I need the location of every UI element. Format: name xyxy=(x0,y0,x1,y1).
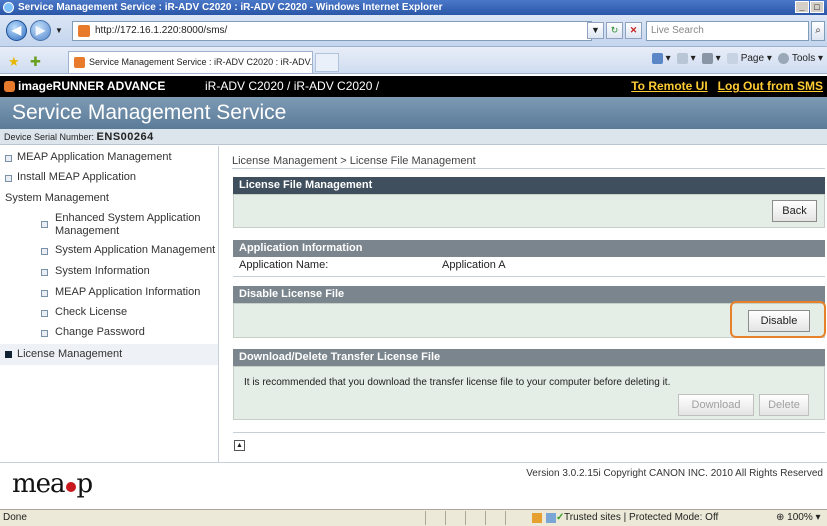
meap-logo-text: mea p xyxy=(12,469,93,499)
sidebar-item-system-mgmt: System Management xyxy=(5,192,109,204)
bullet-icon xyxy=(41,248,48,255)
tab-bar: ★ ✚ Service Management Service : iR-ADV … xyxy=(0,47,827,74)
zoom-dropdown-icon: ▾ xyxy=(815,512,821,523)
meap-logo: mea p xyxy=(12,469,93,499)
breadcrumb: License Management > License File Manage… xyxy=(232,155,476,167)
section-license-file-mgmt-body: Back xyxy=(233,194,825,228)
page-title: Service Management Service xyxy=(0,97,827,129)
status-segment xyxy=(505,511,522,525)
favorites-star-icon[interactable]: ★ xyxy=(8,54,20,70)
download-button[interactable]: Download xyxy=(678,394,754,416)
serial-label: Device Serial Number: xyxy=(4,132,95,142)
url-text: http://172.16.1.220:8000/sms/ xyxy=(95,25,228,36)
sidebar-item-install-meap[interactable]: Install MEAP Application xyxy=(0,171,218,187)
scroll-to-top-icon[interactable]: ▲ xyxy=(234,440,245,451)
zoom-icon: ⊕ xyxy=(776,512,785,523)
nav-dropdown-icon[interactable]: ▼ xyxy=(55,26,63,35)
back-button[interactable]: Back xyxy=(772,200,817,222)
sidebar-item-enhanced-system-app[interactable]: Enhanced System Application Management xyxy=(0,212,218,242)
ie-logo-icon xyxy=(3,2,14,13)
status-segment xyxy=(445,511,462,525)
window-title-bar: Service Management Service : iR-ADV C202… xyxy=(0,0,827,15)
status-segment xyxy=(425,511,442,525)
new-tab-button[interactable] xyxy=(315,53,339,72)
sidebar-item-check-license[interactable]: Check License xyxy=(0,306,218,322)
page-favicon-icon xyxy=(78,25,90,37)
tab-favicon-icon xyxy=(74,57,85,68)
section-transfer-license-header: Download/Delete Transfer License File xyxy=(233,349,825,366)
highlight-callout xyxy=(730,301,826,338)
footer: mea p Version 3.0.2.15i Copyright CANON I… xyxy=(0,462,827,509)
popup-blocker-icon xyxy=(532,513,542,523)
bullet-icon xyxy=(41,330,48,337)
command-bar: ▾ ▾ ▾ Page ▾ Tools ▾ xyxy=(651,53,823,64)
delete-button[interactable]: Delete xyxy=(759,394,809,416)
back-arrow-icon[interactable]: ◀ xyxy=(6,20,27,41)
logout-link[interactable]: Log Out from SMS xyxy=(718,76,823,97)
bullet-icon xyxy=(41,221,48,228)
stop-icon[interactable]: ✕ xyxy=(625,22,642,39)
print-icon[interactable]: ▾ xyxy=(701,53,721,64)
status-text: Done xyxy=(3,512,27,523)
app-name-label: Application Name: xyxy=(239,259,329,271)
security-zone[interactable]: ✓ Trusted sites | Protected Mode: Off xyxy=(530,510,754,526)
trusted-check-icon: ✓ xyxy=(556,512,565,523)
tools-menu[interactable]: Tools ▾ xyxy=(777,53,823,64)
url-dropdown-button[interactable]: ▼ xyxy=(587,22,604,39)
divider xyxy=(233,276,825,277)
url-input[interactable]: http://172.16.1.220:8000/sms/ xyxy=(72,21,592,41)
copyright: Version 3.0.2.15i Copyright CANON INC. 2… xyxy=(526,468,823,479)
bullet-icon xyxy=(41,290,48,297)
zone-text: Trusted sites | Protected Mode: Off xyxy=(564,512,719,523)
sidebar-item-meap-app-mgmt[interactable]: MEAP Application Management xyxy=(0,151,218,167)
privacy-icon xyxy=(546,513,556,523)
remote-ui-link[interactable]: To Remote UI xyxy=(631,76,707,97)
bullet-icon xyxy=(5,175,12,182)
serial-number-bar: Device Serial Number: ENS00264 xyxy=(0,129,827,145)
meap-red-dot-icon xyxy=(65,482,76,492)
tab-title: Service Management Service : iR-ADV C202… xyxy=(89,57,313,67)
search-icon[interactable]: ⌕ xyxy=(811,21,825,41)
main-content: License Management > License File Manage… xyxy=(220,146,827,462)
page-menu[interactable]: Page ▾ xyxy=(726,53,772,64)
divider xyxy=(233,432,825,433)
address-toolbar: ◀ ▶ ▼ http://172.16.1.220:8000/sms/ ▼ ↻ … xyxy=(0,15,827,47)
app-header: imageRUNNER ADVANCE iR-ADV C2020 / iR-AD… xyxy=(0,76,827,97)
bullet-icon xyxy=(5,351,12,358)
refresh-icon[interactable]: ↻ xyxy=(606,22,623,39)
status-segment xyxy=(465,511,482,525)
sidebar: MEAP Application Management Install MEAP… xyxy=(0,146,219,462)
bullet-icon xyxy=(41,310,48,317)
brand-logo-icon xyxy=(4,81,15,92)
feeds-icon[interactable]: ▾ xyxy=(676,53,696,64)
device-model: iR-ADV C2020 / iR-ADV C2020 / xyxy=(205,79,380,93)
section-transfer-license-body: It is recommended that you download the … xyxy=(233,366,825,420)
sidebar-item-system-info[interactable]: System Information xyxy=(0,265,218,281)
sidebar-item-system-app-mgmt[interactable]: System Application Management xyxy=(0,244,218,260)
status-segment xyxy=(485,511,502,525)
app-name-value: Application A xyxy=(442,259,506,271)
minimize-button[interactable]: _ xyxy=(795,1,809,13)
transfer-message: It is recommended that you download the … xyxy=(244,377,671,388)
sidebar-item-license-mgmt[interactable]: License Management xyxy=(0,344,218,365)
sidebar-item-meap-app-info[interactable]: MEAP Application Information xyxy=(0,286,218,302)
bullet-icon xyxy=(5,155,12,162)
browser-tab[interactable]: Service Management Service : iR-ADV C202… xyxy=(68,51,313,73)
sidebar-item-change-password[interactable]: Change Password xyxy=(0,326,218,342)
search-input[interactable]: Live Search xyxy=(646,21,809,41)
brand-name: imageRUNNER ADVANCE xyxy=(18,79,166,93)
bullet-icon xyxy=(41,269,48,276)
forward-arrow-icon[interactable]: ▶ xyxy=(30,20,51,41)
zoom-control[interactable]: ⊕ 100% ▾ xyxy=(770,510,827,526)
section-app-info-header: Application Information xyxy=(233,240,825,257)
section-license-file-mgmt-header: License File Management xyxy=(233,177,825,194)
zoom-level: 100% xyxy=(787,512,813,523)
status-bar: Done ✓ Trusted sites | Protected Mode: O… xyxy=(0,509,827,526)
maximize-button[interactable]: □ xyxy=(810,1,824,13)
window-title: Service Management Service : iR-ADV C202… xyxy=(18,2,443,13)
home-icon[interactable]: ▾ xyxy=(651,53,671,64)
add-favorite-icon[interactable]: ✚ xyxy=(30,54,41,70)
divider xyxy=(232,168,825,169)
serial-value: ENS00264 xyxy=(96,131,154,143)
